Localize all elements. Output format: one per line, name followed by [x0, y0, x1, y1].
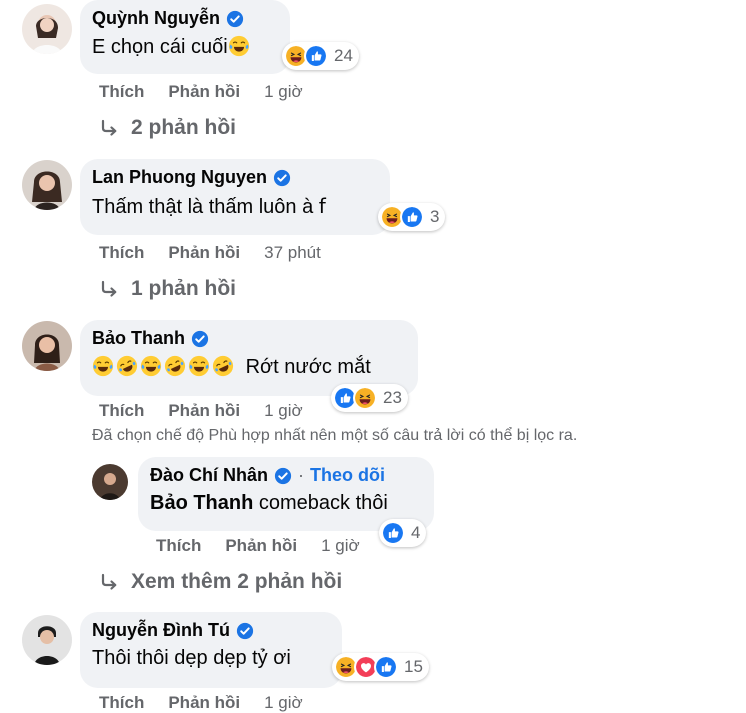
haha-reaction-icon — [353, 386, 377, 410]
timestamp[interactable]: 1 giờ — [264, 693, 303, 713]
avatar[interactable] — [22, 321, 72, 371]
comment-author[interactable]: Lan Phuong Nguyen — [92, 167, 267, 188]
view-replies-link[interactable]: 1 phản hồi — [99, 277, 236, 301]
comment-bubble: Lan Phuong Nguyen Thấm thật là thấm luôn… — [80, 159, 390, 235]
rolling-laughing-emoji-icon — [164, 355, 186, 377]
comment-actions: Thích Phản hồi 1 giờ — [99, 693, 303, 713]
reaction-count: 4 — [411, 523, 421, 542]
reaction-count: 3 — [430, 207, 440, 226]
like-button[interactable]: Thích — [99, 243, 144, 263]
like-reaction-icon — [400, 205, 424, 229]
verified-badge-icon — [226, 10, 244, 28]
comment-text: Thôi thôi dẹp dẹp tỷ ơi — [92, 647, 291, 669]
comment-author[interactable]: Bảo Thanh — [92, 328, 185, 349]
verified-badge-icon — [191, 330, 209, 348]
follow-button[interactable]: Theo dõi — [310, 465, 385, 486]
reaction-count: 24 — [334, 46, 353, 65]
reaction-count: 23 — [383, 388, 402, 407]
laughing-crying-emoji-icon — [228, 35, 250, 57]
comment-text: Rớt nước mắt — [245, 356, 371, 378]
reaction-count: 15 — [404, 657, 423, 676]
like-button[interactable]: Thích — [99, 82, 144, 102]
avatar[interactable] — [22, 615, 72, 665]
timestamp[interactable]: 37 phút — [264, 243, 321, 263]
reply-button[interactable]: Phản hồi — [168, 243, 240, 263]
like-button[interactable]: Thích — [99, 693, 144, 713]
reply-text: comeback thôi — [253, 492, 388, 514]
like-reaction-icon — [304, 44, 328, 68]
reaction-summary[interactable]: 24 — [282, 42, 359, 70]
avatar[interactable] — [22, 4, 72, 54]
reply-button[interactable]: Phản hồi — [168, 693, 240, 713]
comment-bubble: Nguyễn Đình Tú Thôi thôi dẹp dẹp tỷ ơi — [80, 612, 342, 688]
reply-button[interactable]: Phản hồi — [168, 401, 240, 421]
mention-tag[interactable]: Bảo Thanh — [150, 492, 253, 514]
reply-arrow-icon — [99, 572, 119, 592]
timestamp[interactable]: 1 giờ — [321, 536, 360, 556]
laughing-crying-emoji-icon — [92, 355, 114, 377]
filter-notice: Đã chọn chế độ Phù hợp nhất nên một số c… — [92, 427, 578, 444]
comment-actions: Thích Phản hồi 1 giờ — [99, 82, 303, 102]
reply-arrow-icon — [99, 279, 119, 299]
rolling-laughing-emoji-icon — [212, 355, 234, 377]
laughing-crying-emoji-icon — [140, 355, 162, 377]
reply-button[interactable]: Phản hồi — [168, 82, 240, 102]
timestamp[interactable]: 1 giờ — [264, 401, 303, 421]
avatar[interactable] — [92, 464, 128, 500]
comment-text: Thấm thật là thấm luôn à 𝖿 — [92, 196, 326, 218]
comment-actions: Thích Phản hồi 1 giờ — [99, 401, 303, 421]
reaction-summary[interactable]: 15 — [332, 653, 429, 681]
comment-text: E chọn cái cuối — [92, 36, 228, 58]
reply-author[interactable]: Đào Chí Nhân — [150, 465, 268, 486]
reaction-summary[interactable]: 3 — [378, 203, 446, 231]
like-button[interactable]: Thích — [99, 401, 144, 421]
view-replies-label: 2 phản hồi — [131, 116, 236, 139]
reaction-summary[interactable]: 4 — [379, 519, 427, 547]
like-reaction-icon — [374, 655, 398, 679]
view-replies-link[interactable]: 2 phản hồi — [99, 116, 236, 140]
comment-actions: Thích Phản hồi 37 phút — [99, 243, 321, 263]
verified-badge-icon — [274, 467, 292, 485]
like-button[interactable]: Thích — [156, 536, 201, 556]
laughing-crying-emoji-icon — [188, 355, 210, 377]
reaction-summary[interactable]: 23 — [331, 384, 408, 412]
rolling-laughing-emoji-icon — [116, 355, 138, 377]
view-more-replies-label: Xem thêm 2 phản hồi — [131, 570, 343, 593]
separator-dot: · — [298, 465, 305, 485]
comment-author[interactable]: Quỳnh Nguyễn — [92, 8, 220, 29]
verified-badge-icon — [273, 169, 291, 187]
reply-arrow-icon — [99, 118, 119, 138]
like-reaction-icon — [381, 521, 405, 545]
comment-author[interactable]: Nguyễn Đình Tú — [92, 620, 230, 641]
view-replies-label: 1 phản hồi — [131, 277, 236, 300]
reply-button[interactable]: Phản hồi — [225, 536, 297, 556]
reply-actions: Thích Phản hồi 1 giờ — [156, 536, 360, 556]
verified-badge-icon — [236, 622, 254, 640]
avatar[interactable] — [22, 160, 72, 210]
comment-bubble: Quỳnh Nguyễn E chọn cái cuối — [80, 0, 290, 74]
timestamp[interactable]: 1 giờ — [264, 82, 303, 102]
view-more-replies-link[interactable]: Xem thêm 2 phản hồi — [99, 570, 342, 594]
